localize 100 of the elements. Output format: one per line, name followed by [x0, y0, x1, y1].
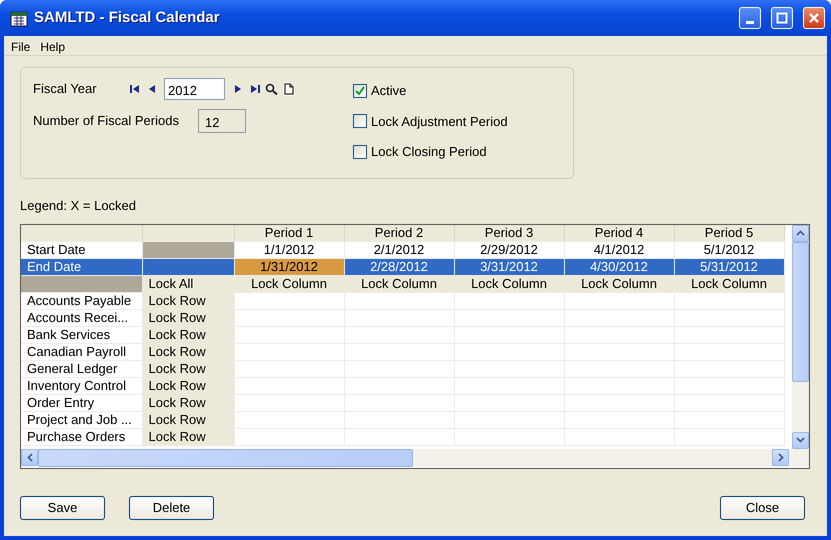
lock-cell[interactable]: [454, 412, 564, 428]
scroll-down-button[interactable]: [792, 432, 809, 448]
lock-cell[interactable]: [674, 378, 784, 394]
lock-column-button[interactable]: Lock Column: [454, 276, 564, 292]
lock-row-button[interactable]: Lock Row: [142, 344, 234, 360]
date-cell[interactable]: 2/28/2012: [344, 258, 454, 276]
lock-cell[interactable]: [344, 360, 454, 378]
lock-all-button[interactable]: Lock All: [142, 276, 234, 292]
last-icon[interactable]: [248, 83, 262, 95]
lock-cell[interactable]: [674, 326, 784, 344]
lock-cell[interactable]: [674, 360, 784, 378]
lock-column-button[interactable]: Lock Column: [564, 276, 674, 292]
lock-cell[interactable]: [344, 428, 454, 446]
lock-row-button[interactable]: Lock Row: [142, 326, 234, 344]
lock-cell[interactable]: [564, 412, 674, 428]
maximize-button[interactable]: [771, 7, 793, 29]
chevron-left-icon: [26, 452, 32, 462]
lock-cell[interactable]: [454, 394, 564, 412]
lock-cell[interactable]: [564, 292, 674, 310]
menu-item[interactable]: Help: [35, 36, 70, 55]
checkbox[interactable]: [353, 114, 367, 128]
lock-cell[interactable]: [454, 326, 564, 344]
lock-cell[interactable]: [564, 344, 674, 360]
column-header: Period 3: [454, 224, 564, 242]
checkbox-label[interactable]: Lock Closing Period: [371, 142, 487, 162]
year-field[interactable]: 2012: [164, 78, 225, 100]
lock-cell[interactable]: [344, 378, 454, 394]
field-label: Fiscal Year: [33, 80, 98, 98]
minimize-button[interactable]: [739, 7, 761, 29]
action-button[interactable]: Save: [20, 496, 105, 520]
scrollbar-thumb[interactable]: [792, 242, 809, 382]
scroll-up-button[interactable]: [792, 224, 809, 242]
checkbox[interactable]: [353, 144, 367, 159]
lock-cell[interactable]: [564, 326, 674, 344]
lock-row-button[interactable]: Lock Row: [142, 310, 234, 326]
lock-row-button[interactable]: Lock Row: [142, 378, 234, 394]
lock-cell[interactable]: [454, 310, 564, 326]
lock-cell[interactable]: [344, 326, 454, 344]
search-icon[interactable]: [265, 83, 279, 95]
lock-cell[interactable]: [234, 428, 344, 446]
lock-column-button[interactable]: Lock Column: [344, 276, 454, 292]
close-window-button[interactable]: [803, 7, 825, 29]
lock-cell[interactable]: [234, 394, 344, 412]
checkbox[interactable]: [353, 84, 367, 98]
lock-cell[interactable]: [674, 292, 784, 310]
document-icon[interactable]: [282, 83, 296, 95]
lock-cell[interactable]: [234, 344, 344, 360]
scrollbar-thumb[interactable]: [38, 448, 413, 466]
lock-cell[interactable]: [454, 344, 564, 360]
lock-cell[interactable]: [674, 344, 784, 360]
lock-cell[interactable]: [234, 412, 344, 428]
close-button[interactable]: Close: [720, 496, 805, 520]
lock-cell[interactable]: [674, 412, 784, 428]
lock-row-button[interactable]: Lock Row: [142, 428, 234, 446]
lock-cell[interactable]: [234, 310, 344, 326]
row-label[interactable]: End Date: [21, 258, 142, 276]
lock-cell[interactable]: [344, 310, 454, 326]
lock-cell[interactable]: [344, 394, 454, 412]
lock-cell[interactable]: [454, 292, 564, 310]
lock-row-button[interactable]: Lock Row: [142, 360, 234, 378]
date-cell[interactable]: 5/31/2012: [674, 258, 784, 276]
lock-cell[interactable]: [344, 292, 454, 310]
lock-cell[interactable]: [234, 378, 344, 394]
close-icon: [808, 12, 820, 24]
lock-row-button[interactable]: Lock Row: [142, 292, 234, 310]
lock-cell[interactable]: [564, 394, 674, 412]
chevron-right-icon: [778, 452, 784, 462]
first-icon[interactable]: [128, 83, 142, 95]
row-label: Order Entry: [21, 394, 142, 412]
lock-cell[interactable]: [674, 394, 784, 412]
maximize-icon: [776, 12, 788, 24]
lock-cell[interactable]: [564, 360, 674, 378]
lock-cell[interactable]: [454, 428, 564, 446]
lock-cell[interactable]: [344, 412, 454, 428]
menu-item[interactable]: File: [6, 36, 36, 55]
lock-cell[interactable]: [234, 360, 344, 378]
lock-cell[interactable]: [344, 344, 454, 360]
date-cell[interactable]: 1/31/2012: [234, 258, 344, 276]
row-label: Accounts Payable: [21, 292, 142, 310]
scroll-left-button[interactable]: [21, 448, 38, 466]
lock-cell[interactable]: [454, 378, 564, 394]
lock-cell[interactable]: [674, 428, 784, 446]
check-icon: [355, 86, 365, 96]
lock-cell[interactable]: [234, 326, 344, 344]
lock-cell[interactable]: [564, 378, 674, 394]
lock-cell[interactable]: [454, 360, 564, 378]
lock-row-button[interactable]: Lock Row: [142, 394, 234, 412]
action-button[interactable]: Delete: [129, 496, 214, 520]
lock-cell[interactable]: [674, 310, 784, 326]
date-cell[interactable]: 3/31/2012: [454, 258, 564, 276]
lock-column-button[interactable]: Lock Column: [234, 276, 344, 292]
lock-cell[interactable]: [564, 428, 674, 446]
lock-cell[interactable]: [234, 292, 344, 310]
lock-cell[interactable]: [564, 310, 674, 326]
lock-column-button[interactable]: Lock Column: [674, 276, 784, 292]
date-cell[interactable]: 4/30/2012: [564, 258, 674, 276]
checkbox-label[interactable]: Active: [371, 81, 406, 100]
checkbox-label[interactable]: Lock Adjustment Period: [371, 112, 508, 131]
scroll-right-button[interactable]: [772, 448, 789, 466]
lock-row-button[interactable]: Lock Row: [142, 412, 234, 428]
